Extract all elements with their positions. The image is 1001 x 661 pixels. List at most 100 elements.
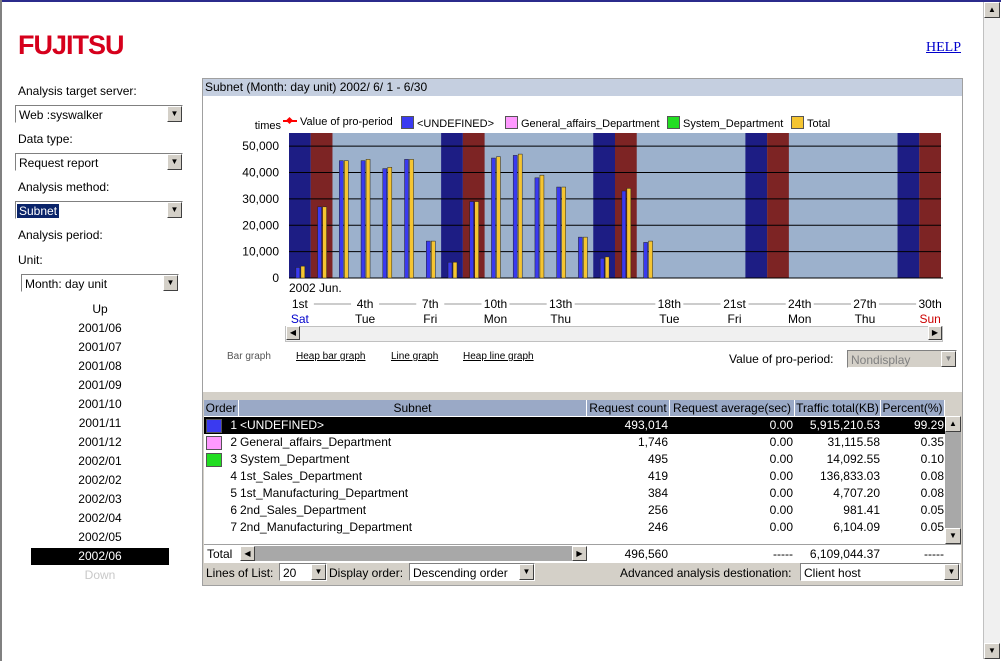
cell-count: 384 — [647, 486, 668, 500]
chart-area: Value of pro-period <UNDEFINED> General_af… — [203, 96, 962, 392]
cell-traffic: 14,092.55 — [826, 452, 880, 466]
month-item[interactable]: 2002/06 — [31, 548, 169, 565]
chevron-down-icon[interactable]: ▼ — [167, 154, 182, 170]
bar — [583, 236, 588, 279]
scroll-left-icon[interactable]: ◀ — [286, 326, 300, 340]
x-tick-weekday: Sat — [291, 312, 310, 326]
server-select[interactable]: Web :syswalker ▼ — [15, 105, 183, 123]
x-tick-day: 4th — [357, 297, 374, 311]
bar — [496, 156, 501, 279]
table-row[interactable]: 6 2nd_Sales_Department 256 0.00 981.41 0.05 — [204, 502, 945, 519]
scroll-up-icon[interactable]: ▲ — [984, 2, 1000, 18]
month-item[interactable]: 2001/07 — [31, 339, 169, 356]
datatype-select[interactable]: Request report ▼ — [15, 153, 183, 171]
bar — [344, 160, 349, 279]
table-row[interactable]: 1 <UNDEFINED> 493,014 0.00 5,915,210.53 99.29 — [204, 417, 945, 434]
tab-heap-line-graph[interactable]: Heap line graph — [463, 351, 534, 362]
window-top-border — [0, 0, 1001, 2]
pro-period-select[interactable]: Nondisplay ▼ — [847, 350, 957, 368]
table-row[interactable]: 7 2nd_Manufacturing_Department 246 0.00 6,10… — [204, 519, 945, 536]
cell-count: 493,014 — [624, 418, 668, 432]
table-row[interactable]: 3 System_Department 495 0.00 14,092.55 0.10 — [204, 451, 945, 468]
month-item[interactable]: 2002/03 — [31, 491, 169, 508]
month-item[interactable]: 2002/04 — [31, 510, 169, 527]
panel-title: Subnet (Month: day unit) 2002/ 6/ 1 - 6/… — [203, 79, 962, 96]
col-header-request-average[interactable]: Request average(sec) — [670, 400, 795, 416]
advanced-destination-select[interactable]: Client host ▼ — [800, 563, 960, 581]
chevron-down-icon[interactable]: ▼ — [941, 351, 956, 367]
month-item[interactable]: 2001/10 — [31, 396, 169, 413]
cell-count: 1,746 — [637, 435, 668, 449]
cell-avg: 0.00 — [769, 452, 793, 466]
cell-traffic: 31,115.58 — [827, 435, 881, 449]
bar — [578, 236, 583, 279]
cell-traffic: 981.41 — [843, 503, 880, 517]
unit-select[interactable]: Month: day unit ▼ — [21, 274, 179, 292]
x-tick-day: 13th — [549, 297, 572, 311]
lines-select[interactable]: 20 ▼ — [279, 563, 327, 581]
chevron-down-icon[interactable]: ▼ — [519, 564, 534, 580]
period-up-link[interactable]: Up — [31, 301, 169, 318]
method-label: Analysis method: — [18, 180, 110, 194]
tab-bar-graph[interactable]: Bar graph — [227, 351, 271, 362]
method-select[interactable]: Subnet ▼ — [15, 201, 183, 219]
table-row[interactable]: 2 General_affairs_Department 1,746 0.00 31,1… — [204, 434, 945, 451]
scroll-down-icon[interactable]: ▼ — [945, 528, 961, 544]
scroll-right-icon[interactable]: ▶ — [928, 326, 942, 340]
table-row[interactable]: 5 1st_Manufacturing_Department 384 0.00 4,70… — [204, 485, 945, 502]
cell-order: 7 — [230, 520, 237, 534]
scroll-left-icon[interactable]: ◀ — [240, 546, 255, 561]
x-tick-weekday: Thu — [550, 312, 571, 326]
cell-avg: 0.00 — [769, 486, 793, 500]
tab-heap-bar-graph[interactable]: Heap bar graph — [296, 351, 366, 362]
col-header-percent[interactable]: Percent(%) — [881, 400, 945, 416]
cell-avg: 0.00 — [769, 435, 793, 449]
cell-avg: 0.00 — [769, 418, 793, 432]
page-scrollbar[interactable]: ▲ ▼ — [983, 2, 1000, 659]
chevron-down-icon[interactable]: ▼ — [167, 202, 182, 218]
month-item[interactable]: 2001/09 — [31, 377, 169, 394]
period-label: Analysis period: — [18, 228, 103, 242]
table-row[interactable]: 4 1st_Sales_Department 419 0.00 136,833.03 0.… — [204, 468, 945, 485]
month-item[interactable]: 2002/05 — [31, 529, 169, 546]
month-item[interactable]: 2001/06 — [31, 320, 169, 337]
cell-subnet: General_affairs_Department — [240, 435, 392, 449]
y-tick-label: 0 — [272, 271, 279, 285]
display-order-value: Descending order — [413, 566, 508, 580]
bar — [317, 206, 322, 279]
scroll-right-icon[interactable]: ▶ — [572, 546, 587, 561]
bar — [322, 206, 327, 279]
cell-order: 1 — [230, 418, 237, 432]
chevron-down-icon[interactable]: ▼ — [311, 564, 326, 580]
bar — [648, 240, 653, 279]
col-header-subnet[interactable]: Subnet — [239, 400, 587, 416]
month-item[interactable]: 2002/02 — [31, 472, 169, 489]
scroll-down-icon[interactable]: ▼ — [984, 643, 1000, 659]
chevron-down-icon[interactable]: ▼ — [167, 106, 182, 122]
table-hscrollbar[interactable]: ◀ ▶ — [240, 546, 587, 561]
tab-line-graph[interactable]: Line graph — [381, 351, 448, 362]
month-item[interactable]: 2001/08 — [31, 358, 169, 375]
month-item[interactable]: 2002/01 — [31, 453, 169, 470]
cell-pct: 0.05 — [920, 503, 944, 517]
y-tick-label: 30,000 — [242, 192, 279, 206]
bar — [512, 155, 518, 279]
col-header-request-count[interactable]: Request count — [587, 400, 670, 416]
chart-hscrollbar[interactable]: ◀ ▶ — [285, 326, 943, 342]
cell-subnet: 2nd_Sales_Department — [240, 503, 367, 517]
month-item[interactable]: 2001/11 — [31, 415, 169, 432]
x-tick-day: 27th — [853, 297, 876, 311]
col-header-traffic-total[interactable]: Traffic total(KB) — [795, 400, 881, 416]
month-item[interactable]: 2001/12 — [31, 434, 169, 451]
display-order-select[interactable]: Descending order ▼ — [409, 563, 535, 581]
cell-count: 256 — [647, 503, 668, 517]
chevron-down-icon[interactable]: ▼ — [944, 564, 959, 580]
help-link[interactable]: HELP — [926, 40, 961, 56]
col-header-order[interactable]: Order — [204, 400, 239, 416]
chevron-down-icon[interactable]: ▼ — [163, 275, 178, 291]
y-tick-label: 10,000 — [242, 245, 279, 259]
weekend-band — [897, 133, 920, 278]
x-tick-day: 10th — [484, 297, 507, 311]
scroll-up-icon[interactable]: ▲ — [945, 416, 961, 432]
table-vscrollbar[interactable]: ▲ ▼ — [945, 416, 961, 544]
